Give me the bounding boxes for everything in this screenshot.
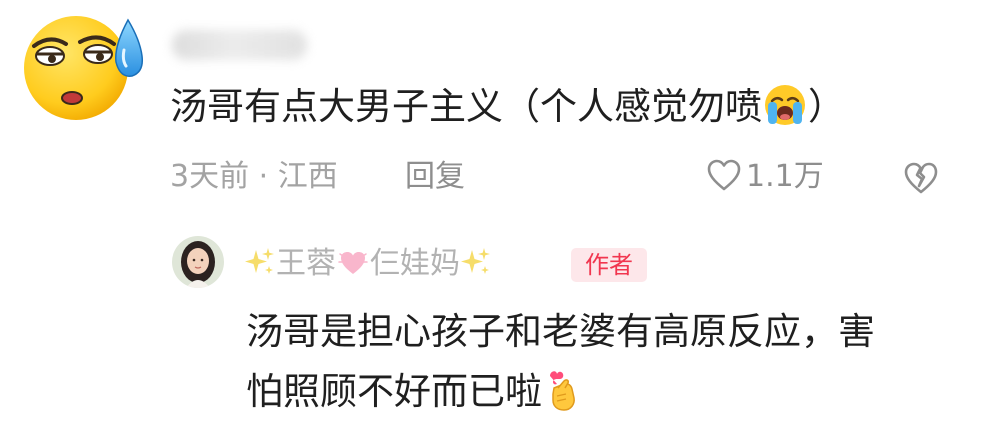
comment-time-location: 3天前 · 江西 [170,159,338,194]
pink-heart-icon [338,248,368,278]
author-name-part2: 仨娃妈 [370,246,460,281]
author-badge: 作者 [571,248,647,282]
like-button[interactable]: 1.1万 [706,154,824,200]
broken-heart-dislike-icon[interactable] [902,160,940,196]
comment-text: 汤哥有点大男子主义（个人感觉勿喷 ） [170,82,845,132]
heart-outline-icon [706,158,742,192]
finger-heart-hand-icon [544,366,582,414]
reply-text-line-2-text: 怕照顾不好而已啦 [246,370,542,413]
comment-text-main: 汤哥有点大男子主义（个人感觉勿喷 [170,85,762,128]
reply-text-line-1: 汤哥是担心孩子和老婆有高原反应，害 [246,310,875,353]
author-avatar[interactable] [172,236,224,288]
user-avatar-emoji[interactable] [16,6,144,124]
sparkles-icon [460,246,492,278]
author-avatar-photo [172,236,224,288]
author-name[interactable]: 王蓉 仨娃妈 [244,243,492,285]
sweating-face-icon [24,16,144,120]
comment-text-end: ） [808,85,845,128]
reply-text-line-2: 怕照顾不好而已啦 [246,362,966,422]
sparkles-icon [244,246,276,278]
blurred-username[interactable] [172,30,307,60]
reply-text: 汤哥是担心孩子和老婆有高原反应，害 怕照顾不好而已啦 [246,302,966,422]
like-count: 1.1万 [746,159,824,194]
loudly-crying-face-icon [763,83,807,127]
author-name-part1: 王蓉 [276,246,336,281]
reply-button[interactable]: 回复 [405,154,465,200]
comment-meta-row: 3天前 · 江西 回复 1.1万 [170,154,970,200]
